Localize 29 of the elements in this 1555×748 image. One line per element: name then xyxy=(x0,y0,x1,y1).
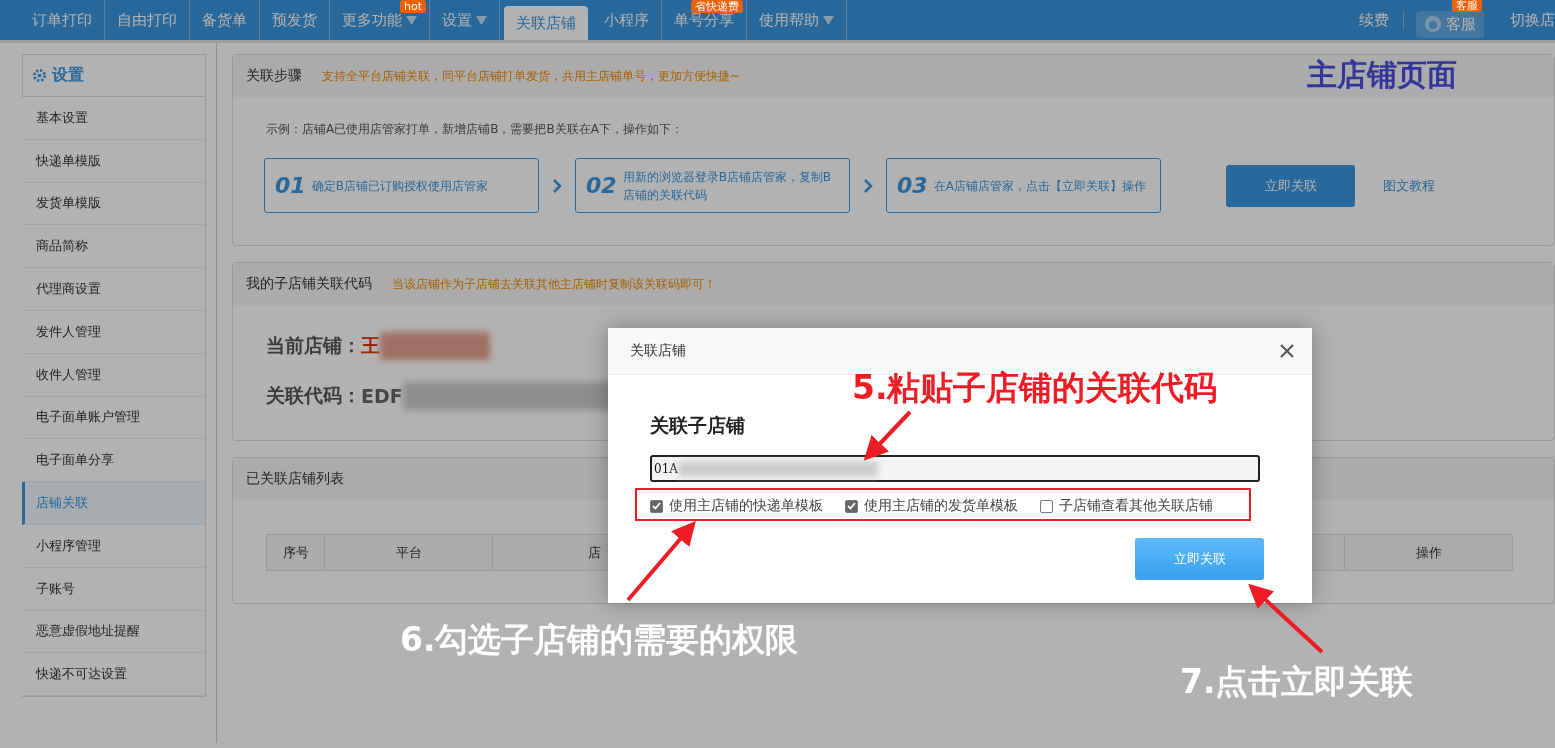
panel-title: 已关联店铺列表 xyxy=(246,470,344,488)
panel-title: 我的子店铺关联代码 xyxy=(246,275,372,293)
nav-badge: 客服 xyxy=(1452,0,1482,12)
panel-hint: 当该店铺作为子店铺去关联其他主店铺时复制该关联码即可！ xyxy=(392,275,716,293)
column-header: 序号 xyxy=(267,535,325,570)
sidebar-title-text: 设置 xyxy=(52,65,84,86)
nav-badge: hot xyxy=(400,0,426,13)
annotation-caption: 6.勾选子店铺的需要的权限 xyxy=(400,619,799,661)
step-number: 02 xyxy=(586,173,617,198)
panel-hint: 支持全平台店铺关联，同平台店铺打单发货，共用主店铺单号，更加方便快捷~ xyxy=(322,67,741,85)
step-number: 03 xyxy=(897,173,928,198)
shop-name: 王 xyxy=(361,333,380,358)
step-text: 确定B店铺已订购授权使用店管家 xyxy=(311,177,488,195)
panel-title: 关联步骤 xyxy=(246,67,302,85)
step-number: 01 xyxy=(275,173,306,198)
annotation-caption: 5.粘贴子店铺的关联代码 xyxy=(852,367,1218,409)
column-header: 操作 xyxy=(1345,535,1513,570)
code-label: 关联代码： xyxy=(266,383,361,408)
step-text: 在A店铺店管家，点击【立即关联】操作 xyxy=(933,177,1146,195)
annotation-caption: 7.点击立即关联 xyxy=(1180,661,1414,703)
field-label: 关联子店铺 xyxy=(650,413,745,438)
example-text: 示例：店铺A已使用店管家打单，新增店铺B，需要把B关联在A下，操作如下： xyxy=(265,121,684,138)
code-value: EDF xyxy=(361,385,403,407)
dialog-title: 关联店铺 xyxy=(630,342,686,360)
shop-label: 当前店铺： xyxy=(266,333,361,358)
column-header: 平台 xyxy=(325,535,493,570)
nav-badge: 省快递费 xyxy=(691,0,743,13)
step-text: 用新的浏览器登录B店铺店管家，复制B店铺的关联代码 xyxy=(622,168,833,204)
page-caption: 主店铺页面 xyxy=(1307,56,1457,94)
